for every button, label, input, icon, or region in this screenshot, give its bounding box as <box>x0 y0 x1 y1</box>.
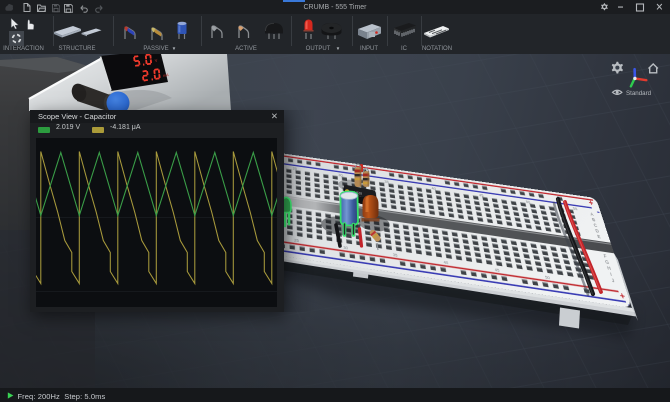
svg-text:Standard: Standard <box>626 90 652 97</box>
